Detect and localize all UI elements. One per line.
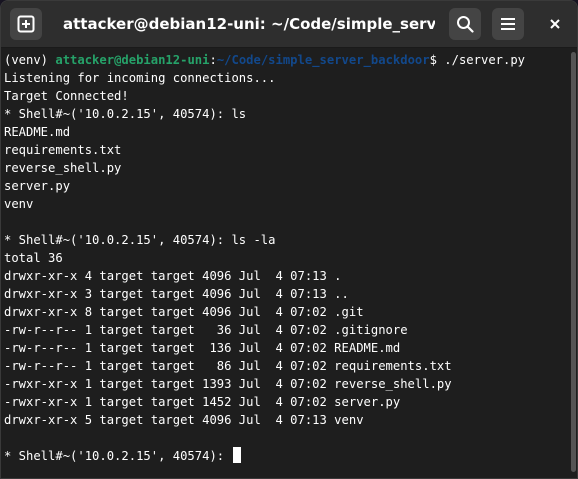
output-line: drwxr-xr-x 5 target target 4096 Jul 4 07… bbox=[4, 413, 364, 427]
window-title: attacker@debian12-uni: ~/Code/simple_ser… bbox=[63, 15, 435, 33]
input-line[interactable]: * Shell#~('10.0.2.15', 40574): bbox=[4, 447, 567, 465]
output-line: -rwxr-xr-x 1 target target 1393 Jul 4 07… bbox=[4, 377, 452, 391]
output-line: -rw-r--r-- 1 target target 86 Jul 4 07:0… bbox=[4, 359, 452, 373]
output-line: Listening for incoming connections... bbox=[4, 71, 276, 85]
menu-button[interactable] bbox=[492, 8, 524, 40]
output-line: venv bbox=[4, 197, 34, 211]
shell-prompt: * Shell#~('10.0.2.15', 40574): bbox=[4, 449, 232, 463]
text-cursor bbox=[233, 447, 242, 463]
scrollbar-thumb[interactable] bbox=[571, 52, 576, 472]
output-line: reverse_shell.py bbox=[4, 161, 122, 175]
close-button[interactable] bbox=[539, 8, 571, 40]
output-line: total 36 bbox=[4, 251, 63, 265]
prompt-symbol: $ bbox=[429, 53, 445, 67]
scrollbar[interactable] bbox=[567, 48, 577, 478]
output-line: requirements.txt bbox=[4, 143, 122, 157]
output-line: README.md bbox=[4, 125, 71, 139]
output-line: -rw-r--r-- 1 target target 136 Jul 4 07:… bbox=[4, 341, 401, 355]
hamburger-menu-icon bbox=[500, 17, 516, 31]
prompt-line: (venv) attacker@debian12-uni:~/Code/simp… bbox=[4, 51, 567, 69]
output-line: * Shell#~('10.0.2.15', 40574): ls -la bbox=[4, 233, 276, 247]
search-button[interactable] bbox=[449, 8, 481, 40]
output-line: drwxr-xr-x 4 target target 4096 Jul 4 07… bbox=[4, 269, 342, 283]
prompt-colon: : bbox=[209, 53, 217, 67]
output-line: -rw-r--r-- 1 target target 36 Jul 4 07:0… bbox=[4, 323, 408, 337]
search-icon bbox=[456, 15, 474, 33]
prompt-user-host: attacker@debian12-uni bbox=[55, 53, 210, 67]
terminal-output[interactable]: (venv) attacker@debian12-uni:~/Code/simp… bbox=[1, 48, 567, 478]
prompt-path: ~/Code/simple_server_backdoor bbox=[216, 53, 430, 67]
prompt-command: ./server.py bbox=[444, 53, 526, 67]
output-line: server.py bbox=[4, 179, 71, 193]
output-line: * Shell#~('10.0.2.15', 40574): ls bbox=[4, 107, 247, 121]
output-line: Target Connected! bbox=[4, 89, 129, 103]
new-tab-button[interactable] bbox=[10, 8, 42, 40]
close-icon bbox=[549, 18, 561, 30]
new-tab-icon bbox=[17, 15, 35, 33]
output-line: drwxr-xr-x 8 target target 4096 Jul 4 07… bbox=[4, 305, 364, 319]
output-line: drwxr-xr-x 3 target target 4096 Jul 4 07… bbox=[4, 287, 349, 301]
terminal-window: attacker@debian12-uni: ~/Code/simple_ser… bbox=[0, 0, 578, 479]
title-bar: attacker@debian12-uni: ~/Code/simple_ser… bbox=[1, 1, 577, 48]
output-line: -rwxr-xr-x 1 target target 1452 Jul 4 07… bbox=[4, 395, 401, 409]
prompt-venv: (venv) bbox=[4, 53, 56, 67]
